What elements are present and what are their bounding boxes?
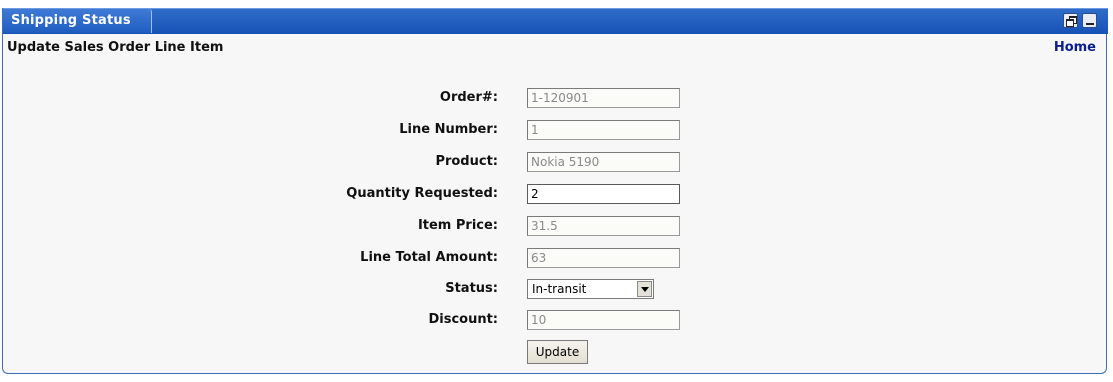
status-select[interactable]: In-transit bbox=[527, 279, 654, 299]
product-row: Product: bbox=[3, 150, 1103, 174]
line-number-field[interactable] bbox=[527, 120, 680, 140]
dropdown-arrow-icon[interactable] bbox=[637, 281, 652, 297]
status-label: Status: bbox=[445, 281, 498, 296]
status-row: Status: In-transit bbox=[3, 277, 1103, 301]
portlet-title-tab: Shipping Status bbox=[3, 9, 152, 33]
product-field[interactable] bbox=[527, 152, 680, 172]
quantity-label: Quantity Requested: bbox=[346, 186, 498, 201]
line-total-label: Line Total Amount: bbox=[360, 250, 498, 265]
discount-field[interactable] bbox=[527, 310, 680, 330]
restore-window-icon[interactable] bbox=[1063, 13, 1078, 28]
line-total-row: Line Total Amount: bbox=[3, 246, 1103, 270]
order-number-field[interactable] bbox=[527, 88, 680, 108]
discount-row: Discount: bbox=[3, 308, 1103, 332]
item-price-label: Item Price: bbox=[417, 218, 498, 233]
update-button[interactable]: Update bbox=[527, 340, 588, 364]
line-number-row: Line Number: bbox=[3, 118, 1103, 142]
page-title: Update Sales Order Line Item bbox=[7, 40, 224, 55]
item-price-row: Item Price: bbox=[3, 214, 1103, 238]
quantity-row: Quantity Requested: bbox=[3, 182, 1103, 206]
order-number-row: Order#: bbox=[3, 86, 1103, 110]
portlet-title: Shipping Status bbox=[11, 13, 131, 28]
home-link[interactable]: Home bbox=[1054, 40, 1096, 55]
line-total-field[interactable] bbox=[527, 248, 680, 268]
shipping-status-portlet: Shipping Status Update Sales Order Line … bbox=[2, 8, 1108, 374]
product-label: Product: bbox=[435, 154, 498, 169]
minimize-window-icon[interactable] bbox=[1082, 13, 1097, 28]
order-number-label: Order#: bbox=[439, 90, 498, 105]
line-number-label: Line Number: bbox=[399, 122, 498, 137]
portlet-titlebar: Shipping Status bbox=[3, 8, 1108, 34]
status-selected-value: In-transit bbox=[532, 282, 587, 296]
item-price-field[interactable] bbox=[527, 216, 680, 236]
quantity-input[interactable] bbox=[527, 184, 680, 204]
discount-label: Discount: bbox=[428, 312, 498, 327]
